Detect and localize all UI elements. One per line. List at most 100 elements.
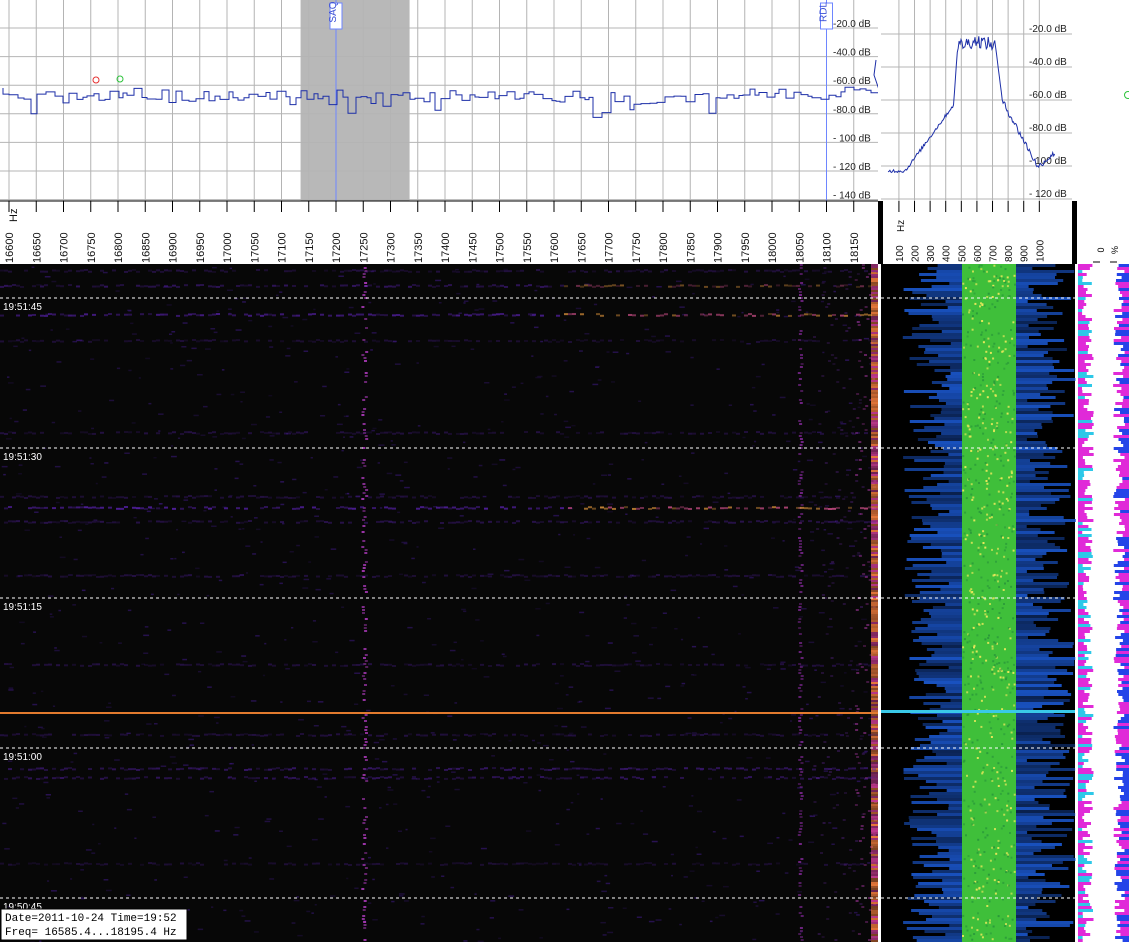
noise-speck	[601, 891, 607, 893]
burst-pixel	[516, 340, 520, 342]
burst-pixel	[300, 733, 304, 735]
noise-speck	[283, 317, 289, 319]
audio-band-right	[1016, 606, 1042, 609]
burst-pixel	[476, 497, 480, 499]
burst-pixel	[268, 340, 272, 342]
carrier-pixel	[856, 669, 859, 671]
burst-pixel	[388, 496, 392, 498]
audio-band-left	[913, 936, 962, 939]
burst-pixel	[628, 576, 632, 578]
burst-pixel	[416, 863, 420, 865]
carrier-pixel	[800, 756, 803, 758]
burst-pixel	[732, 864, 736, 866]
burst-pixel	[756, 864, 760, 866]
audio-core-pixel	[1007, 285, 1009, 287]
noise-speck	[134, 517, 137, 519]
burst-pixel	[760, 496, 764, 498]
noise-speck	[742, 312, 744, 314]
burst-pixel	[360, 314, 364, 316]
burst-pixel	[192, 313, 196, 315]
edge-pixel	[871, 316, 878, 318]
audio-core-pixel	[1011, 338, 1013, 340]
burst-pixel	[668, 768, 672, 770]
audio-band-right	[1016, 738, 1042, 741]
noise-speck	[308, 561, 311, 563]
edge-pixel	[871, 582, 878, 584]
audio-core-pixel	[986, 925, 988, 927]
noise-speck	[816, 715, 819, 717]
burst-pixel	[624, 495, 628, 497]
noise-speck	[459, 313, 462, 315]
audio-core-pixel	[984, 780, 986, 782]
audio-core-pixel	[967, 641, 969, 643]
edge-pixel	[871, 700, 878, 702]
audio-core-pixel	[991, 514, 993, 516]
noise-speck	[537, 376, 542, 378]
burst-pixel	[452, 665, 456, 667]
burst-pixel	[408, 576, 412, 578]
noise-speck	[253, 485, 256, 487]
audio-core-pixel	[1013, 409, 1015, 411]
audio-core-pixel	[1002, 350, 1004, 352]
audio-core-pixel	[965, 834, 967, 836]
burst-pixel	[88, 574, 92, 576]
audio-band-left	[926, 294, 962, 297]
noise-speck	[304, 579, 310, 581]
audio-band-right	[1016, 411, 1053, 414]
burst-pixel	[16, 314, 20, 316]
burst-pixel	[280, 340, 284, 342]
burst-pixel	[268, 314, 272, 316]
burst-pixel	[264, 734, 268, 736]
spectrum-graph[interactable]: -20.0 dB-40.0 dB-60.0 dB-80.0 dB- 100 dB…	[0, 0, 880, 202]
burst-pixel	[640, 664, 644, 666]
burst-pixel	[576, 285, 580, 287]
noise-speck	[747, 692, 752, 694]
edge-pixel	[871, 352, 878, 354]
audio-band-right	[1016, 756, 1066, 759]
burst-pixel	[344, 432, 348, 434]
audio-band-left	[926, 918, 962, 921]
edge-pixel	[871, 594, 878, 596]
burst-pixel	[344, 270, 348, 272]
audio-core-pixel	[1011, 770, 1013, 772]
burst-pixel	[64, 314, 68, 316]
burst-pixel	[436, 433, 440, 435]
burst-pixel	[220, 433, 224, 435]
noise-speck	[242, 438, 246, 440]
audio-band-right	[1016, 600, 1061, 603]
burst-pixel	[632, 496, 636, 498]
carrier-pixel	[800, 690, 803, 692]
burst-pixel	[784, 497, 788, 499]
carrier-pixel	[800, 330, 803, 332]
burst-pixel	[40, 767, 44, 769]
noise-speck	[648, 697, 654, 699]
carrier-pixel	[820, 852, 823, 854]
noise-speck	[471, 588, 476, 590]
audio-core-pixel	[992, 756, 994, 758]
burst-pixel	[748, 734, 752, 736]
noise-speck	[148, 403, 151, 405]
burst-pixel	[368, 431, 372, 433]
audio-band-left	[936, 276, 962, 279]
burst-pixel	[864, 432, 868, 434]
audio-spectrum-graph[interactable]: -20.0 dB-40.0 dB-60.0 dB-80.0 dB- 100 dB…	[881, 0, 1075, 201]
waterfall-display[interactable]: 19:51:4519:51:3019:51:1519:51:0019:50:45	[0, 264, 882, 942]
burst-pixel	[628, 863, 632, 865]
noise-speck	[104, 879, 109, 881]
audio-core-pixel	[1005, 268, 1007, 270]
carrier-pixel	[823, 741, 826, 743]
carrier-pixel	[362, 717, 365, 719]
noise-speck	[219, 580, 222, 582]
audio-core-pixel	[1010, 872, 1012, 874]
audio-band-left	[918, 438, 962, 441]
burst-pixel	[732, 432, 736, 434]
audio-core-pixel	[974, 897, 976, 899]
noise-speck	[722, 838, 726, 840]
audio-core-pixel	[990, 352, 992, 354]
edge-pixel	[871, 686, 878, 688]
audio-waterfall[interactable]	[881, 264, 1076, 942]
audio-core-pixel	[1004, 662, 1006, 664]
burst-pixel	[24, 339, 28, 341]
audio-band-right	[1016, 402, 1065, 405]
carrier-pixel	[800, 786, 803, 788]
